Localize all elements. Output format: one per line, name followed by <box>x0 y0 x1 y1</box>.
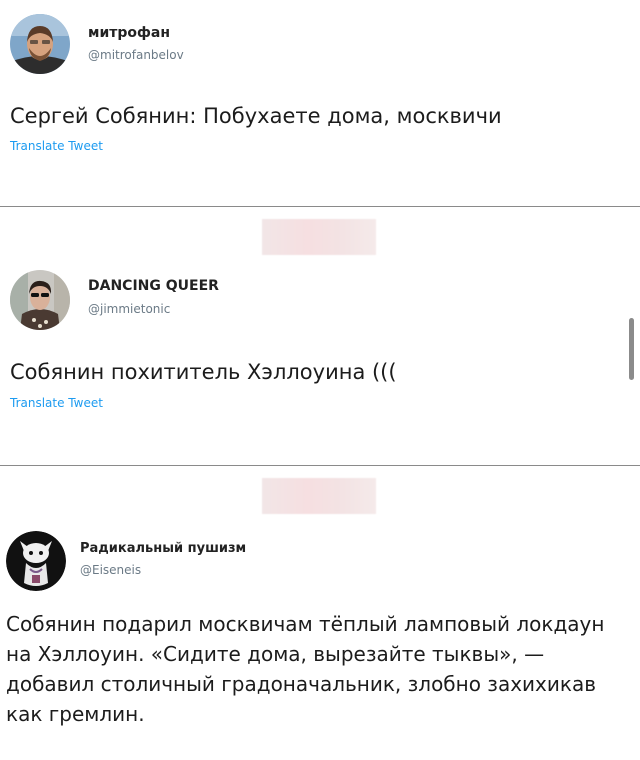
censored-region <box>262 478 376 514</box>
tweet-text: Собянин подарил москвичам тёплый ламповы… <box>6 612 605 726</box>
tweet-text: Сергей Собянин: Побухаете дома, москвичи <box>10 104 502 128</box>
avatar[interactable] <box>6 531 66 591</box>
avatar-photo-icon <box>10 14 70 74</box>
translate-tweet-link[interactable]: Translate Tweet <box>10 396 103 410</box>
user-handle[interactable]: @mitrofanbelov <box>88 48 184 62</box>
scrollbar-thumb[interactable] <box>629 318 634 380</box>
tweet-text: Собянин похититель Хэллоуина ((( <box>10 360 397 384</box>
tweet-3: Радикальный пушизм @Eiseneis Собянин под… <box>0 524 640 760</box>
user-display-name[interactable]: DANCING QUEER <box>88 278 219 294</box>
user-handle[interactable]: @jimmietonic <box>88 302 170 316</box>
avatar[interactable] <box>10 270 70 330</box>
user-display-name[interactable]: Радикальный пушизм <box>80 541 246 556</box>
tweet-1: митрофан @mitrofanbelov Сергей Собянин: … <box>0 0 640 206</box>
translate-tweet-link[interactable]: Translate Tweet <box>10 139 103 153</box>
tweet-divider <box>0 206 640 207</box>
screenshot-page: митрофан @mitrofanbelov Сергей Собянин: … <box>0 0 640 760</box>
censored-region <box>262 219 376 255</box>
avatar-photo-icon <box>10 270 70 330</box>
tweet-2: DANCING QUEER @jimmietonic Собянин похит… <box>0 265 640 465</box>
avatar[interactable] <box>10 14 70 74</box>
user-display-name[interactable]: митрофан <box>88 25 170 41</box>
avatar-drawing-icon <box>6 531 66 591</box>
tweet-divider <box>0 465 640 466</box>
user-handle[interactable]: @Eiseneis <box>80 563 141 577</box>
